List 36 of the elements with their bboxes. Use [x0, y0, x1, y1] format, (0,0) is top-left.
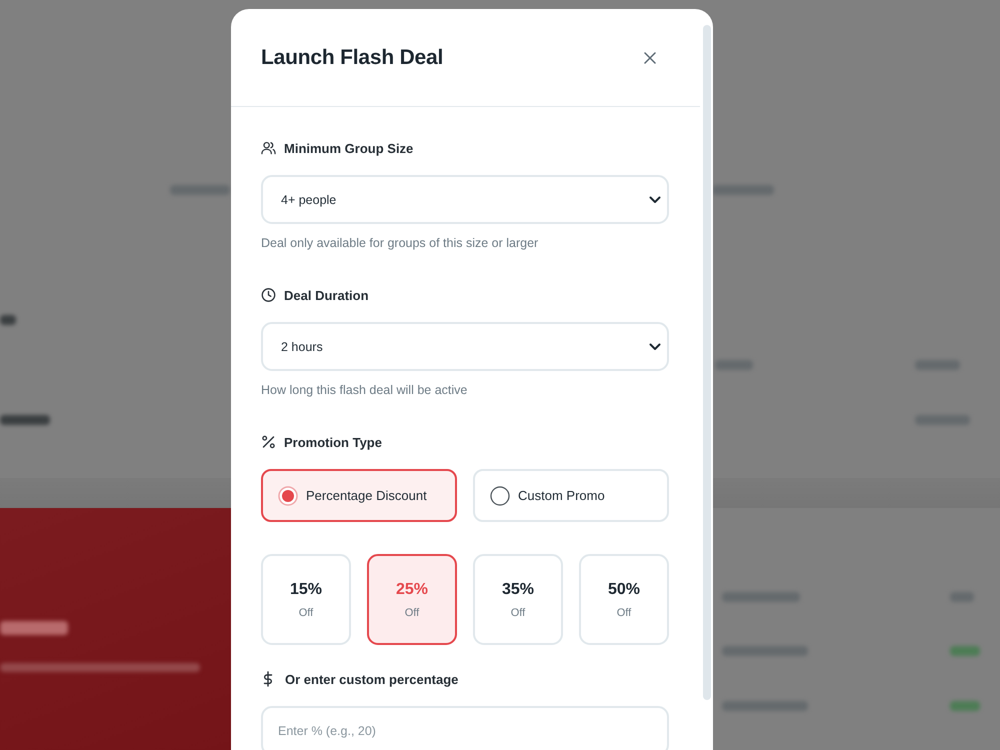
- chevron-down-icon: [649, 342, 661, 350]
- blurred-text: [712, 185, 774, 195]
- blurred-text: [170, 185, 230, 195]
- close-icon: [644, 52, 656, 64]
- scrollbar-thumb[interactable]: [703, 25, 711, 700]
- blurred-text: [950, 592, 974, 602]
- field-label: Or enter custom percentage: [285, 672, 458, 686]
- blurred-text: [915, 360, 960, 370]
- select-field[interactable]: 2 hours: [261, 322, 669, 371]
- blurred-text: [950, 646, 980, 656]
- field-label: Deal Duration: [284, 288, 369, 302]
- field-label: Minimum Group Size: [284, 140, 414, 156]
- discount-tile[interactable]: 25% Off: [367, 554, 457, 645]
- blurred-text: [715, 360, 753, 370]
- blurred-text: [0, 415, 50, 425]
- dollar-icon: [263, 671, 273, 687]
- modal-title: Launch Flash Deal: [261, 46, 444, 70]
- percent-icon: [261, 435, 276, 449]
- field-label: Promotion Type: [284, 434, 382, 450]
- people-icon: [261, 141, 276, 155]
- promotion-option[interactable]: Percentage Discount: [261, 469, 457, 522]
- chevron-down-icon: [649, 196, 661, 204]
- blurred-text: [0, 315, 16, 325]
- discount-tile[interactable]: 35% Off: [473, 554, 563, 645]
- blurred-text: [915, 415, 970, 425]
- clock-icon: [261, 288, 276, 302]
- field-hint: Deal only available for groups of this size or larger: [261, 235, 540, 251]
- blurred-text: [950, 701, 980, 711]
- input-field[interactable]: Enter % (e.g., 20): [261, 706, 669, 750]
- select-field[interactable]: 4+ people: [261, 175, 669, 224]
- close-button[interactable]: [643, 50, 657, 64]
- promotion-option[interactable]: Custom Promo: [473, 469, 669, 522]
- field-hint: How long this flash deal will be active: [261, 382, 468, 398]
- discount-tile[interactable]: 50% Off: [579, 554, 669, 645]
- discount-tile[interactable]: 15% Off: [261, 554, 351, 645]
- blurred-text: [0, 621, 68, 635]
